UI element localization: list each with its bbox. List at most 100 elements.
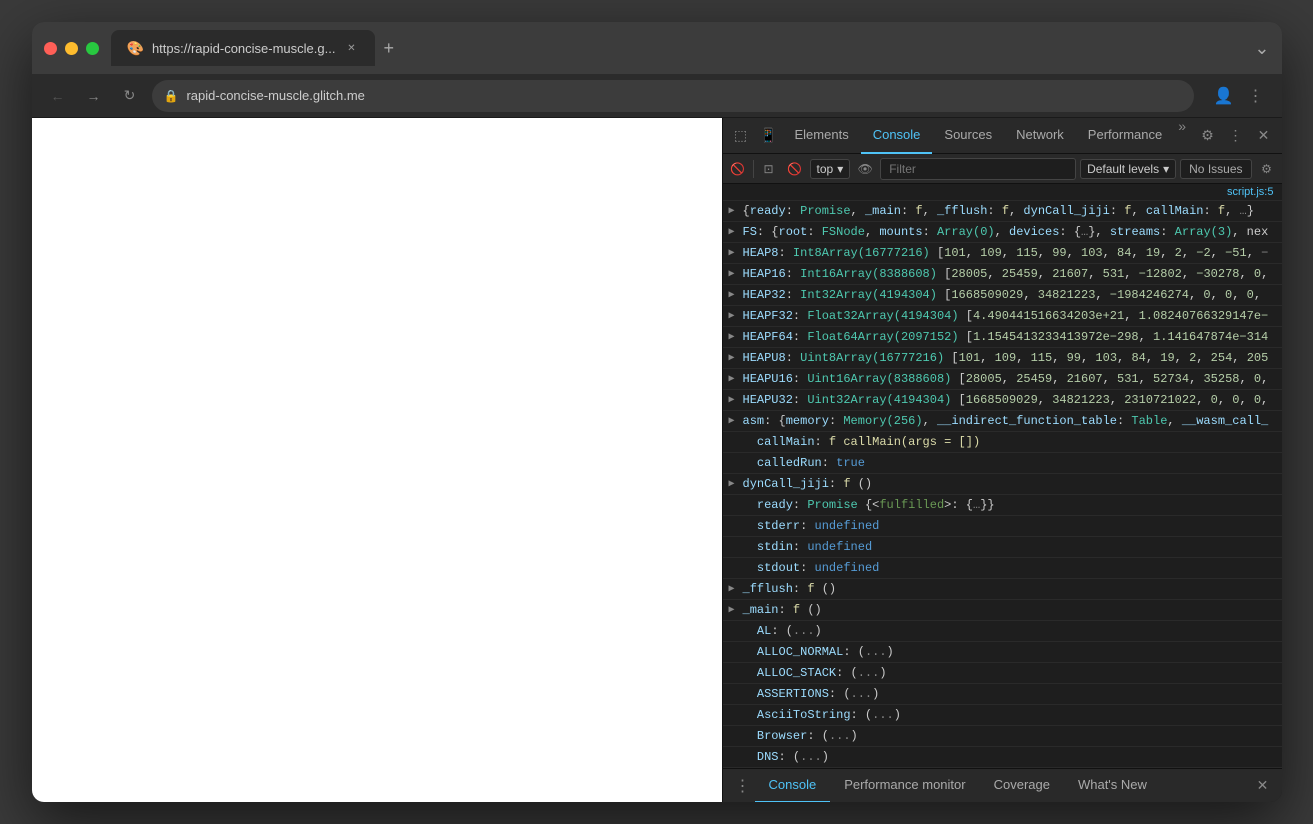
- traffic-lights: [44, 42, 99, 55]
- console-line: stdin: undefined: [723, 537, 1282, 558]
- window-controls: ⌄: [1254, 38, 1269, 59]
- expand-arrow[interactable]: ▶: [729, 476, 735, 494]
- toolbar-divider: [753, 160, 754, 178]
- device-toolbar-button[interactable]: 📱: [755, 122, 783, 150]
- drawer-tab-whats-new[interactable]: What's New: [1064, 769, 1161, 803]
- tab-console[interactable]: Console: [861, 118, 933, 154]
- console-line: ▶ HEAP32: Int32Array(4194304) [166850902…: [723, 285, 1282, 306]
- drawer-close-button[interactable]: ✕: [1252, 775, 1274, 797]
- expand-arrow[interactable]: ▶: [729, 287, 735, 305]
- console-line: Browser: (...): [723, 726, 1282, 747]
- console-line: ▶ FS: {root: FSNode, mounts: Array(0), d…: [723, 222, 1282, 243]
- browser-window: 🎨 https://rapid-concise-muscle.g... ✕ + …: [32, 22, 1282, 802]
- select-element-button[interactable]: ⬚: [727, 122, 755, 150]
- tab-sources[interactable]: Sources: [932, 118, 1004, 154]
- context-label: top: [817, 162, 834, 176]
- log-level-selector[interactable]: Default levels ▾: [1080, 159, 1176, 179]
- expand-arrow[interactable]: ▶: [729, 413, 735, 431]
- expand-arrow[interactable]: ▶: [729, 329, 735, 347]
- expand-arrow[interactable]: ▶: [729, 371, 735, 389]
- console-line: callMain: f callMain(args = []): [723, 432, 1282, 453]
- console-line: ▶ HEAPU16: Uint16Array(8388608) [28005, …: [723, 369, 1282, 390]
- devtools-close-button[interactable]: ✕: [1250, 122, 1278, 150]
- drawer-tab-coverage[interactable]: Coverage: [980, 769, 1064, 803]
- console-line: ALLOC_NORMAL: (...): [723, 642, 1282, 663]
- devtools-panel: ⬚ 📱 Elements Console Sources Network Per…: [722, 118, 1282, 802]
- browser-controls: 👤 ⋮: [1210, 82, 1270, 110]
- console-settings-button[interactable]: ⚙: [1256, 158, 1278, 180]
- page-content: [32, 118, 722, 802]
- devtools-tabs: Elements Console Sources Network Perform…: [783, 118, 1194, 154]
- url-bar[interactable]: 🔒 rapid-concise-muscle.glitch.me: [152, 80, 1194, 112]
- tab-title: https://rapid-concise-muscle.g...: [152, 41, 336, 56]
- address-bar: ← → ↻ 🔒 rapid-concise-muscle.glitch.me 👤…: [32, 74, 1282, 118]
- devtools-toolbar: ⬚ 📱 Elements Console Sources Network Per…: [723, 118, 1282, 154]
- console-line: ▶ asm: {memory: Memory(256), __indirect_…: [723, 411, 1282, 432]
- expand-arrow[interactable]: ▶: [729, 602, 735, 620]
- expand-arrow[interactable]: ▶: [729, 245, 735, 263]
- tab-network[interactable]: Network: [1004, 118, 1076, 154]
- main-area: ⬚ 📱 Elements Console Sources Network Per…: [32, 118, 1282, 802]
- lock-icon: 🔒: [164, 89, 179, 103]
- menu-button[interactable]: ⋮: [1242, 82, 1270, 110]
- new-tab-button[interactable]: +: [375, 34, 402, 63]
- console-line: ▶ HEAPU32: Uint32Array(4194304) [1668509…: [723, 390, 1282, 411]
- console-output: ▶ {ready: Promise, _main: f, _fflush: f,…: [723, 201, 1282, 768]
- tab-close-button[interactable]: ✕: [343, 40, 359, 56]
- context-selector[interactable]: top ▾: [810, 159, 851, 179]
- expand-arrow[interactable]: ▶: [729, 224, 735, 242]
- minimize-window-button[interactable]: [65, 42, 78, 55]
- back-button[interactable]: ←: [44, 82, 72, 110]
- profile-button[interactable]: 👤: [1210, 82, 1238, 110]
- drawer-tab-console[interactable]: Console: [755, 769, 831, 803]
- console-line: ▶ HEAPF64: Float64Array(2097152) [1.1545…: [723, 327, 1282, 348]
- console-filter-input[interactable]: [880, 158, 1076, 180]
- expand-arrow[interactable]: ▶: [729, 203, 735, 221]
- expand-arrow[interactable]: ▶: [729, 581, 735, 599]
- console-toolbar: 🚫 ⊡ 🚫 top ▾ 👁 Default levels ▾ No Issues…: [723, 154, 1282, 184]
- show-drawer-button[interactable]: ⊡: [758, 158, 780, 180]
- more-tabs-button[interactable]: »: [1174, 118, 1190, 154]
- console-line: AsciiToString: (...): [723, 705, 1282, 726]
- drawer-tab-performance-monitor[interactable]: Performance monitor: [830, 769, 979, 803]
- title-bar: 🎨 https://rapid-concise-muscle.g... ✕ + …: [32, 22, 1282, 74]
- hide-issues-button[interactable]: 🚫: [784, 158, 806, 180]
- console-line: ▶ HEAPU8: Uint8Array(16777216) [101, 109…: [723, 348, 1282, 369]
- devtools-settings-button[interactable]: ⚙: [1194, 122, 1222, 150]
- expand-arrow[interactable]: ▶: [729, 350, 735, 368]
- forward-button[interactable]: →: [80, 82, 108, 110]
- console-line: AL: (...): [723, 621, 1282, 642]
- console-line: ▶ HEAP8: Int8Array(16777216) [101, 109, …: [723, 243, 1282, 264]
- browser-tab[interactable]: 🎨 https://rapid-concise-muscle.g... ✕: [111, 30, 376, 66]
- expand-arrow[interactable]: ▶: [729, 308, 735, 326]
- console-line: ready: Promise {<fulfilled>: {…}}: [723, 495, 1282, 516]
- console-line: DNS: (...): [723, 747, 1282, 768]
- console-line: ▶ dynCall_jiji: f (): [723, 474, 1282, 495]
- tab-bar: 🎨 https://rapid-concise-muscle.g... ✕ +: [111, 30, 1255, 66]
- console-line: ALLOC_STACK: (...): [723, 663, 1282, 684]
- no-issues-badge: No Issues: [1180, 159, 1251, 179]
- devtools-overflow-button[interactable]: ⋮: [1222, 122, 1250, 150]
- script-link[interactable]: script.js:5: [723, 184, 1282, 201]
- reload-button[interactable]: ↻: [116, 82, 144, 110]
- expand-arrow[interactable]: ▶: [729, 266, 735, 284]
- console-line: stdout: undefined: [723, 558, 1282, 579]
- bottom-drawer: ⋮ Console Performance monitor Coverage W…: [723, 768, 1282, 802]
- console-line: ASSERTIONS: (...): [723, 684, 1282, 705]
- tab-performance[interactable]: Performance: [1076, 118, 1174, 154]
- maximize-window-button[interactable]: [86, 42, 99, 55]
- tab-elements[interactable]: Elements: [783, 118, 861, 154]
- expand-arrow[interactable]: ▶: [729, 392, 735, 410]
- tab-favicon: 🎨: [127, 40, 144, 57]
- console-line: ▶ _main: f (): [723, 600, 1282, 621]
- clear-console-button[interactable]: 🚫: [727, 158, 749, 180]
- drawer-dots-button[interactable]: ⋮: [731, 776, 755, 796]
- close-window-button[interactable]: [44, 42, 57, 55]
- console-line: ▶ {ready: Promise, _main: f, _fflush: f,…: [723, 201, 1282, 222]
- eye-icon[interactable]: 👁: [854, 158, 876, 180]
- console-line: stderr: undefined: [723, 516, 1282, 537]
- chevron-down-icon: ▾: [837, 162, 843, 176]
- console-line: ▶ HEAP16: Int16Array(8388608) [28005, 25…: [723, 264, 1282, 285]
- console-line: calledRun: true: [723, 453, 1282, 474]
- console-line: ▶ HEAPF32: Float32Array(4194304) [4.4904…: [723, 306, 1282, 327]
